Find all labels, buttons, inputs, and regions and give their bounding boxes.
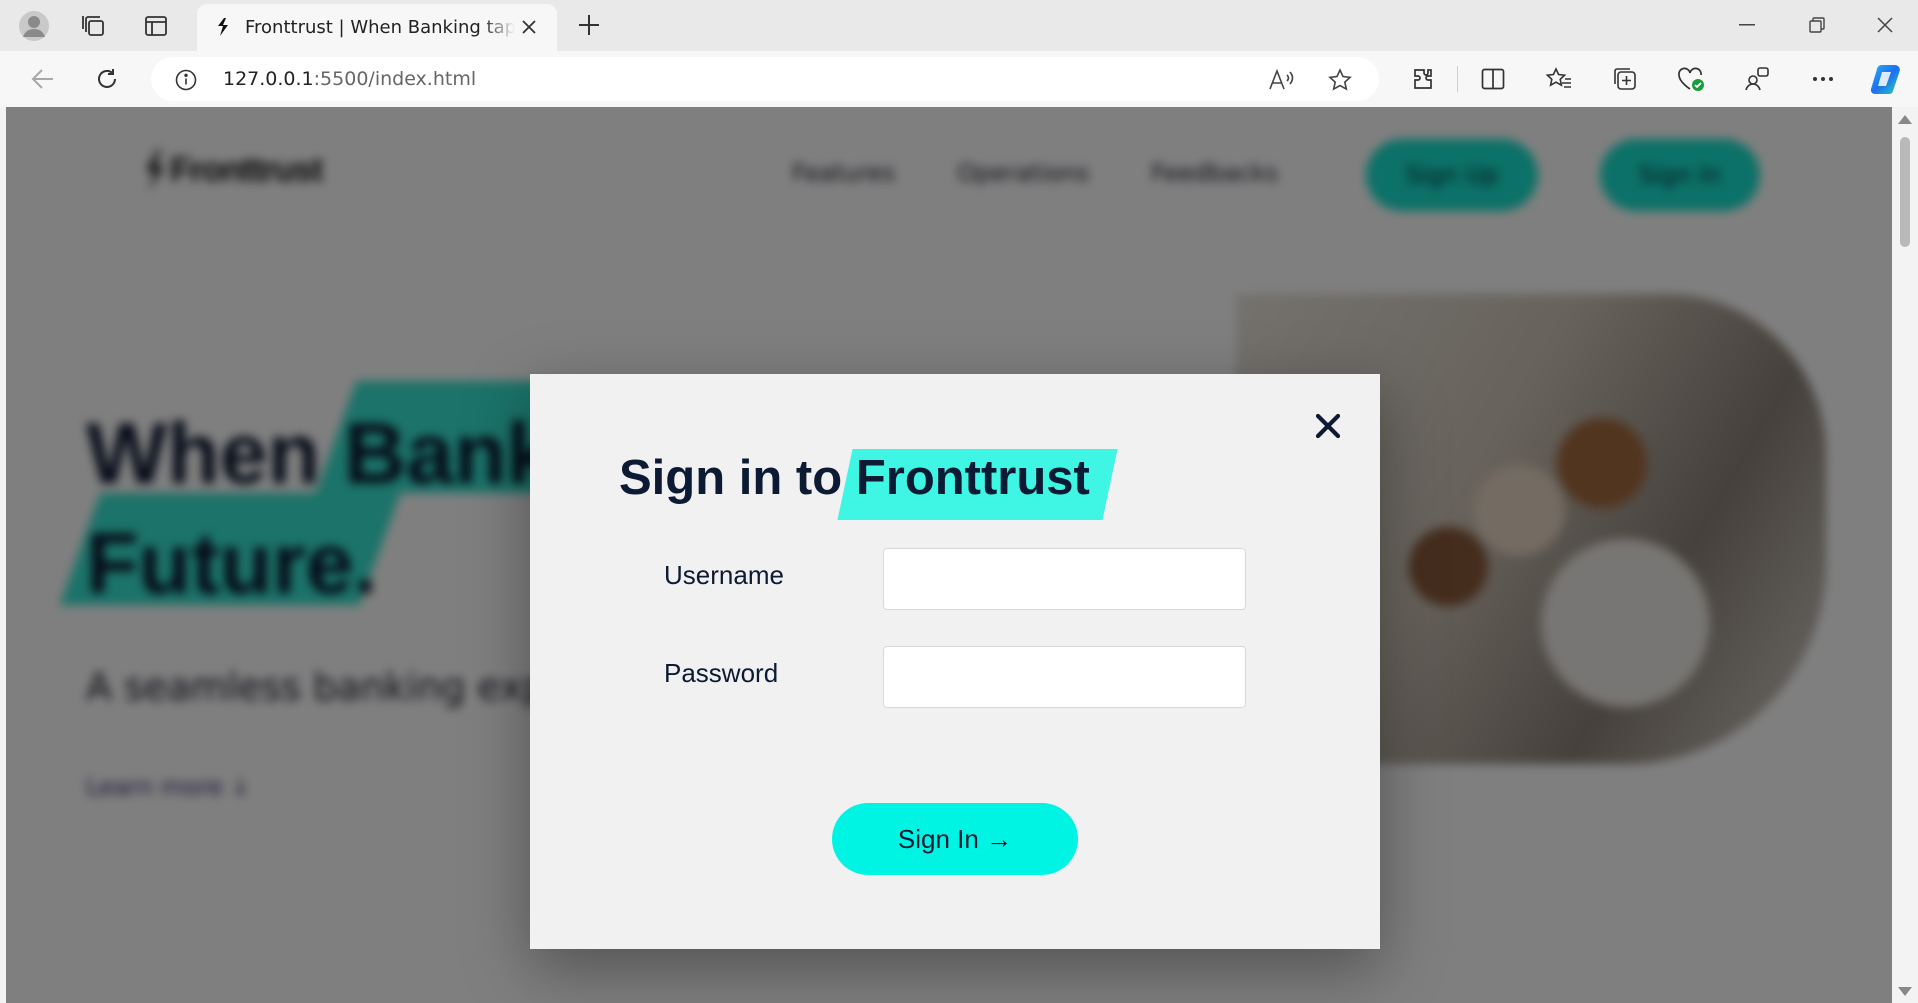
heading-brand: Fronttrust <box>855 451 1090 505</box>
username-label: Username <box>664 560 784 590</box>
url-host: 127.0.0.1 <box>223 68 314 90</box>
new-tab-icon[interactable] <box>574 10 604 40</box>
modal-close-icon[interactable] <box>1310 408 1346 444</box>
page-viewport: Fronttrust Features Operations Feedbacks… <box>6 107 1892 1003</box>
minimize-icon[interactable] <box>1734 12 1760 38</box>
extensions-icon[interactable] <box>1408 64 1438 94</box>
close-tab-icon[interactable] <box>519 17 539 37</box>
username-input[interactable] <box>883 548 1246 610</box>
restore-icon[interactable] <box>1804 12 1830 38</box>
scroll-thumb[interactable] <box>1900 137 1910 247</box>
back-icon[interactable] <box>28 64 58 94</box>
more-icon[interactable] <box>1808 64 1838 94</box>
tab-actions-icon[interactable] <box>140 10 172 42</box>
scroll-down-arrow[interactable] <box>1898 987 1912 996</box>
page-scrollbar[interactable] <box>1892 107 1918 1003</box>
site-info-icon[interactable] <box>173 67 199 93</box>
read-aloud-icon[interactable] <box>1266 66 1296 94</box>
heading-prefix: Sign in to <box>619 451 843 505</box>
profile-icon[interactable] <box>16 8 52 44</box>
url-path: :5500/index.html <box>313 68 477 90</box>
password-label: Password <box>664 658 779 688</box>
url-text[interactable]: 127.0.0.1:5500/index.html <box>223 68 476 90</box>
tab-title: Fronttrust | When Banking taps Future. <box>245 17 515 38</box>
password-input[interactable] <box>883 646 1246 708</box>
signin-modal: Sign in to Fronttrust Username Password … <box>530 374 1380 949</box>
copilot-icon[interactable] <box>1868 61 1904 97</box>
collections-icon[interactable] <box>78 10 110 42</box>
modal-signin-button[interactable]: Sign In → <box>832 803 1078 875</box>
browser-essentials-icon[interactable] <box>1676 64 1706 94</box>
address-bar[interactable]: 127.0.0.1:5500/index.html <box>151 57 1379 101</box>
modal-heading: Sign in to Fronttrust <box>619 450 1090 506</box>
favorite-star-icon[interactable] <box>1325 66 1355 94</box>
close-window-icon[interactable] <box>1872 12 1898 38</box>
refresh-icon[interactable] <box>92 64 122 94</box>
tab-bar: Fronttrust | When Banking taps Future. <box>0 0 1918 51</box>
active-tab[interactable]: Fronttrust | When Banking taps Future. <box>197 4 557 51</box>
tab-favicon <box>211 16 233 38</box>
collections-add-icon[interactable] <box>1610 64 1640 94</box>
toolbar-divider <box>1457 66 1458 92</box>
split-screen-icon[interactable] <box>1478 64 1508 94</box>
profile-share-icon[interactable] <box>1742 64 1772 94</box>
favorites-icon[interactable] <box>1544 64 1574 94</box>
scroll-up-arrow[interactable] <box>1898 115 1912 124</box>
